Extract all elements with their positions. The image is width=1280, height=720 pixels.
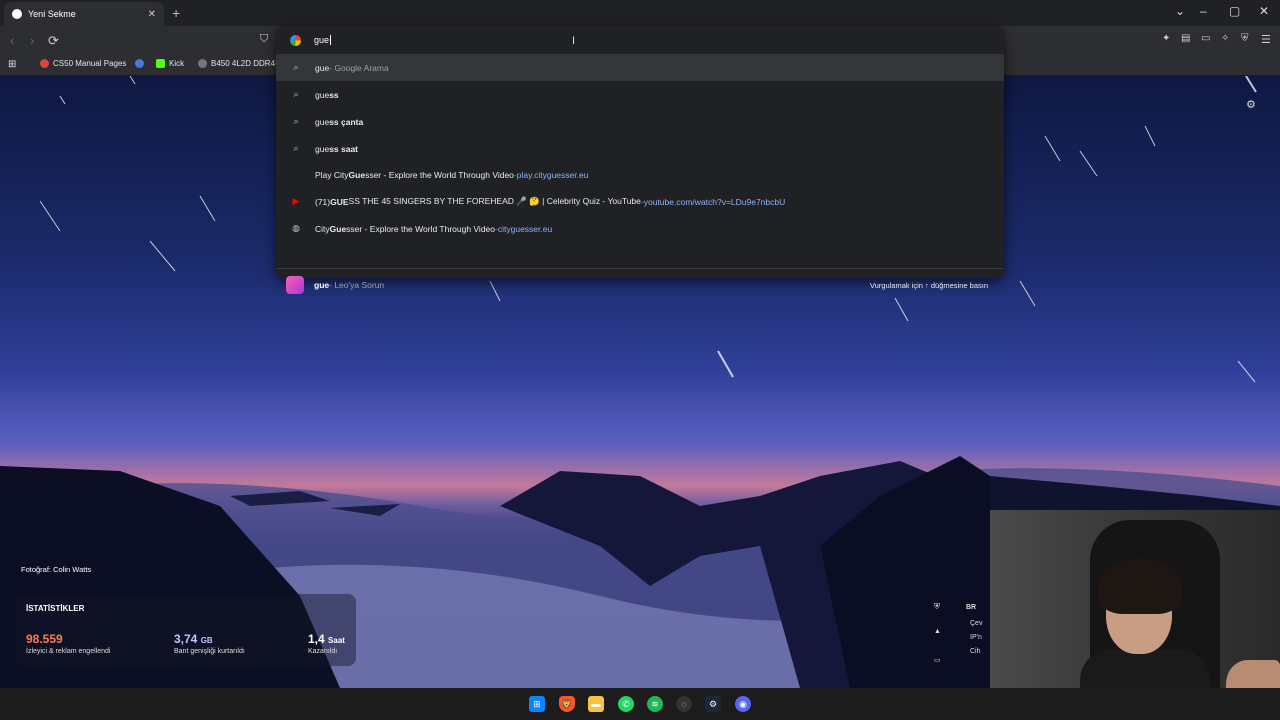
bookmark-icon[interactable]: ⛉ xyxy=(260,33,268,46)
suggestion-play-cityguesser[interactable]: Play City Gue sser - Explore the World Th… xyxy=(276,161,1004,188)
address-bar[interactable]: gue xyxy=(276,26,1004,54)
stat-bandwidth-value: 3,74 GB xyxy=(174,632,213,646)
text-cursor-icon: I xyxy=(572,35,576,47)
brave-panel-item: Çev xyxy=(970,620,983,627)
google-icon xyxy=(290,34,301,46)
stat-bandwidth-label: Bant genişliği kurtarıldı xyxy=(174,648,245,655)
bookmark-favicon-icon xyxy=(198,59,207,68)
leo-ai-icon[interactable]: ✧ xyxy=(1221,33,1229,44)
stat-blocked-label: İzleyici & reklam engellendi xyxy=(26,648,111,655)
search-icon: ⌕ xyxy=(293,62,299,72)
suggestion-guess-canta[interactable]: ⌕ gue ss çanta xyxy=(276,108,1004,135)
address-bar-input[interactable]: gue xyxy=(314,35,332,46)
suggestion-guess-saat[interactable]: ⌕ gue ss saat xyxy=(276,135,1004,162)
vpn-shield-icon[interactable]: ⛨ xyxy=(934,602,940,612)
suggestion-ask-leo[interactable]: gue - Leo'ya Sorun Vurgulamak için ↑ düğ… xyxy=(276,272,1004,298)
windows-taskbar: ⊞ 🦁 ▬ ✆ ≋ ◌ ⚙ ◉ xyxy=(0,688,1280,720)
bookmark-kick[interactable]: Kick xyxy=(156,59,184,68)
back-button[interactable]: ‹ xyxy=(10,33,14,48)
bookmark-b450[interactable]: B450 4L2D DDR4-C xyxy=(198,59,283,68)
discord-icon[interactable]: ◉ xyxy=(735,696,751,712)
triangle-icon[interactable]: ▲ xyxy=(934,628,941,635)
brave-panel-title: BR xyxy=(966,604,977,611)
tab-search-dropdown-icon[interactable]: ⌄ xyxy=(1175,4,1185,18)
stats-widget: İSTATİSTİKLER 98.559 İzleyici & reklam e… xyxy=(16,594,356,666)
menu-icon[interactable]: ☰ xyxy=(1261,33,1271,46)
tab-strip: Yeni Sekme ✕ + ⌄ – ▢ ✕ xyxy=(0,0,1280,26)
app-icon[interactable]: ◌ xyxy=(676,696,692,712)
stats-title: İSTATİSTİKLER xyxy=(26,604,85,613)
leo-hint: Vurgulamak için ↑ düğmesine basın xyxy=(869,280,988,290)
cs50-favicon-icon xyxy=(40,59,49,68)
new-tab-button[interactable]: + xyxy=(172,5,180,21)
suggestion-youtube-video[interactable]: ▶ (71) GUE SS THE 45 SINGERS BY THE FOREH… xyxy=(276,188,1004,215)
stat-time-value: 1,4 Saat xyxy=(308,632,345,646)
kick-favicon-icon xyxy=(156,59,165,68)
person-hair xyxy=(1098,558,1182,614)
forward-button[interactable]: › xyxy=(30,33,34,48)
tab-close-icon[interactable]: ✕ xyxy=(148,9,156,20)
leo-icon xyxy=(286,276,304,294)
minimize-button[interactable]: – xyxy=(1200,4,1207,18)
brave-panel-item: IP'n xyxy=(970,634,982,641)
search-icon: ⌕ xyxy=(293,116,299,126)
windows-start-icon[interactable]: ⊞ xyxy=(529,696,545,712)
apps-grid-icon[interactable]: ⊞ xyxy=(8,59,16,70)
wallet-icon[interactable]: ▭ xyxy=(1201,33,1210,44)
search-icon: ⌕ xyxy=(293,89,299,99)
brave-browser-icon[interactable]: 🦁 xyxy=(559,696,575,712)
brave-favicon-icon xyxy=(12,9,22,19)
tab-title: Yeni Sekme xyxy=(28,9,76,19)
youtube-icon: ▶ xyxy=(292,196,300,206)
brave-news-panel: ⛨ BR ▲ ▭ Çev IP'n Cih xyxy=(926,598,990,678)
brave-panel-item: Cih xyxy=(970,648,981,655)
suggestion-cityguesser[interactable]: ◍ City Gue sser - Explore the World Throu… xyxy=(276,215,1004,242)
tab-new-tab[interactable]: Yeni Sekme ✕ xyxy=(4,2,164,26)
card-icon[interactable]: ▭ xyxy=(934,656,941,664)
extensions-icon[interactable]: ✦ xyxy=(1162,33,1170,44)
omnibox-dropdown: gue I ⌕ gue - Google Arama ⌕ gue ss ⌕ gue… xyxy=(276,26,1004,294)
divider xyxy=(276,268,1004,269)
file-explorer-icon[interactable]: ▬ xyxy=(588,696,604,712)
maximize-button[interactable]: ▢ xyxy=(1229,4,1240,18)
suggestion-guess[interactable]: ⌕ gue ss xyxy=(276,81,1004,108)
bookmark-cs50[interactable]: CS50 Manual Pages xyxy=(40,59,126,68)
sidebar-icon[interactable]: ▤ xyxy=(1181,33,1190,44)
globe-icon: ◍ xyxy=(292,223,300,233)
customize-gear-icon[interactable]: ⚙ xyxy=(1246,98,1256,111)
close-window-button[interactable]: ✕ xyxy=(1259,4,1269,18)
steam-icon[interactable]: ⚙ xyxy=(705,696,721,712)
whatsapp-icon[interactable]: ✆ xyxy=(618,696,634,712)
stat-time-label: Kazanıldı xyxy=(308,648,338,655)
bookmark-favicon-icon xyxy=(135,59,144,68)
spotify-icon[interactable]: ≋ xyxy=(647,696,663,712)
vpn-icon[interactable]: ⛨ xyxy=(1241,33,1249,44)
reload-button[interactable]: ⟳ xyxy=(48,33,59,49)
bookmark-blue[interactable] xyxy=(135,59,144,68)
stat-blocked-value: 98.559 xyxy=(26,632,63,646)
search-icon: ⌕ xyxy=(293,143,299,153)
suggestion-google-search[interactable]: ⌕ gue - Google Arama xyxy=(276,54,1004,81)
photo-credit: Fotoğraf: Colin Watts xyxy=(21,565,92,574)
